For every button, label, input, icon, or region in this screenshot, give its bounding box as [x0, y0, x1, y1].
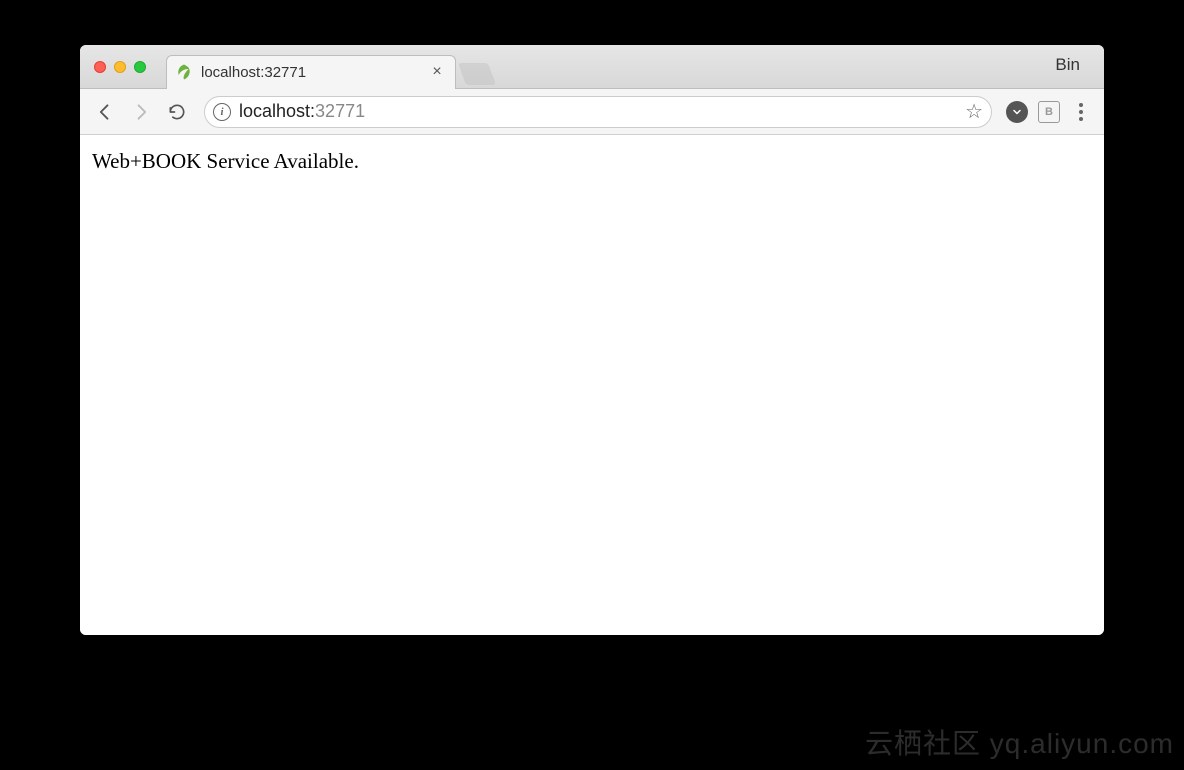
profile-label[interactable]: Bin	[1055, 55, 1080, 75]
menu-dot-icon	[1079, 110, 1083, 114]
toolbar: i localhost:32771 ☆ B	[80, 89, 1104, 135]
spring-leaf-icon	[175, 63, 193, 81]
close-window-button[interactable]	[94, 61, 106, 73]
pocket-extension-icon[interactable]	[1004, 99, 1030, 125]
back-button[interactable]	[90, 97, 120, 127]
site-info-icon[interactable]: i	[213, 103, 231, 121]
url-host: localhost:	[239, 101, 315, 121]
browser-tab[interactable]: localhost:32771 ×	[166, 55, 456, 89]
maximize-window-button[interactable]	[134, 61, 146, 73]
url-port: 32771	[315, 101, 365, 121]
menu-dot-icon	[1079, 117, 1083, 121]
address-bar[interactable]: i localhost:32771 ☆	[204, 96, 992, 128]
minimize-window-button[interactable]	[114, 61, 126, 73]
menu-dot-icon	[1079, 103, 1083, 107]
close-tab-button[interactable]: ×	[429, 64, 445, 80]
window-controls	[80, 61, 146, 73]
reload-button[interactable]	[162, 97, 192, 127]
extension-b-icon[interactable]: B	[1036, 99, 1062, 125]
forward-button[interactable]	[126, 97, 156, 127]
tab-title: localhost:32771	[201, 64, 429, 81]
url-text: localhost:32771	[239, 101, 957, 122]
bookmark-star-icon[interactable]: ☆	[965, 99, 983, 124]
page-body-text: Web+BOOK Service Available.	[92, 149, 1092, 174]
browser-window: localhost:32771 × Bin i localhost:32771 …	[80, 45, 1104, 635]
new-tab-button[interactable]	[458, 63, 496, 85]
chrome-menu-button[interactable]	[1068, 99, 1094, 125]
title-bar: localhost:32771 × Bin	[80, 45, 1104, 89]
watermark-text: 云栖社区 yq.aliyun.com	[865, 722, 1174, 762]
page-viewport: Web+BOOK Service Available.	[80, 135, 1104, 635]
